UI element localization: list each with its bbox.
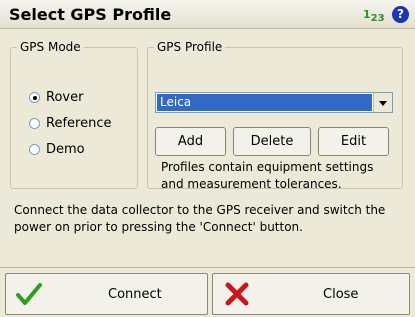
- close-label: Close: [323, 287, 359, 302]
- title-bar: Select GPS Profile 123 ?: [0, 0, 415, 29]
- connect-button[interactable]: Connect: [5, 273, 208, 315]
- delete-button[interactable]: Delete: [233, 127, 311, 156]
- profile-note: Profiles contain equipment settings and …: [161, 160, 374, 191]
- add-button[interactable]: Add: [155, 127, 226, 156]
- close-icon: [225, 282, 249, 306]
- radio-button[interactable]: [29, 92, 40, 103]
- input-mode-sub: 23: [370, 13, 385, 24]
- chevron-down-icon[interactable]: [373, 93, 392, 112]
- help-icon[interactable]: ?: [392, 6, 409, 23]
- connect-instructions: Connect the data collector to the GPS re…: [14, 203, 386, 234]
- radio-label: Reference: [46, 116, 112, 131]
- gps-profile-selected: Leica: [157, 94, 372, 111]
- radio-button[interactable]: [29, 118, 40, 129]
- gps-mode-group: GPS Mode Rover Reference Demo: [10, 40, 138, 189]
- gps-profile-legend: GPS Profile: [157, 40, 223, 54]
- radio-label: Rover: [46, 90, 84, 105]
- radio-button[interactable]: [29, 144, 40, 155]
- connect-label: Connect: [108, 287, 162, 302]
- input-mode-main: 1: [363, 8, 371, 21]
- gps-mode-legend: GPS Mode: [20, 40, 81, 54]
- edit-button[interactable]: Edit: [318, 127, 389, 156]
- radio-label: Demo: [46, 142, 85, 157]
- gps-profile-group: GPS Profile Leica Add Delete Edit Profil…: [147, 40, 403, 191]
- dialog-title: Select GPS Profile: [9, 5, 172, 24]
- input-mode-indicator[interactable]: 123: [363, 8, 385, 24]
- checkmark-icon: [16, 283, 42, 305]
- gps-profile-select[interactable]: Leica: [155, 92, 393, 113]
- close-button[interactable]: Close: [212, 273, 410, 315]
